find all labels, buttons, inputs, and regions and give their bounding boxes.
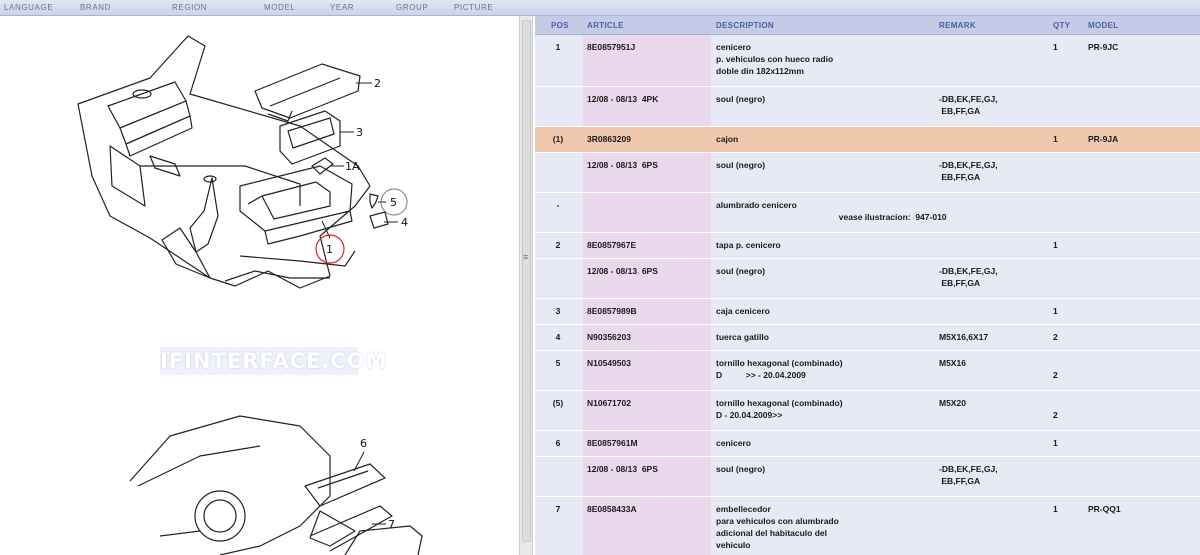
callout-5: 5	[390, 196, 397, 209]
cell-article: N90356203	[587, 332, 631, 342]
nav-region[interactable]: REGION	[172, 3, 207, 12]
header-article[interactable]: ARTICLE	[587, 21, 624, 30]
parts-table: POS ARTICLE DESCRIPTION REMARK QTY MODEL…	[535, 16, 1200, 555]
article-column-bg	[583, 193, 711, 232]
header-pos[interactable]: POS	[551, 21, 569, 30]
cell-remark: -DB,EK,FE,GJ, EB,FF,GA	[939, 94, 998, 116]
cell-description: alumbrado cenicero vease ilustracion: 94…	[716, 200, 947, 222]
cell-qty: 1	[1053, 240, 1058, 250]
table-row[interactable]: 5 N10549503 tornillo hexagonal (combinado)…	[535, 351, 1200, 391]
header-model[interactable]: MODEL	[1088, 21, 1118, 30]
table-row[interactable]: 12/08 - 08/13 4PK soul (negro) -DB,EK,FE,G…	[535, 87, 1200, 127]
header-remark[interactable]: REMARK	[939, 21, 976, 30]
cell-description: cajon	[716, 134, 739, 144]
nav-model[interactable]: MODEL	[264, 3, 295, 12]
table-row[interactable]: 6 8E0857961M cenicero 1	[535, 431, 1200, 457]
callout-2: 2	[374, 77, 381, 90]
cell-article: 12/08 - 08/13 6PS	[587, 160, 658, 170]
table-row[interactable]: 3 8E0857989B caja cenicero 1	[535, 299, 1200, 325]
cell-description: caja cenicero	[716, 306, 770, 316]
cell-pos: 7	[555, 504, 561, 514]
cell-article: 12/08 - 08/13 4PK	[587, 94, 659, 104]
cell-pos: -	[556, 200, 560, 210]
grip-icon[interactable]: ≡	[523, 252, 528, 262]
cell-remark: -DB,EK,FE,GJ, EB,FF,GA	[939, 464, 998, 486]
callout-6: 6	[360, 437, 367, 450]
callout-1: 1	[326, 243, 333, 256]
cell-pos: 5	[555, 358, 561, 368]
panel-splitter[interactable]: ≡	[519, 16, 533, 555]
cell-article: N10671702	[587, 398, 631, 408]
cell-qty: 1	[1053, 42, 1058, 52]
nav-picture[interactable]: PICTURE	[454, 3, 493, 12]
cell-pos: 3	[555, 306, 561, 316]
table-header: POS ARTICLE DESCRIPTION REMARK QTY MODEL	[535, 16, 1200, 35]
cell-description: tapa p. cenicero	[716, 240, 781, 250]
cell-article: N10549503	[587, 358, 631, 368]
cell-qty: 2	[1053, 410, 1058, 420]
table-row[interactable]: (5) N10671702 tornillo hexagonal (combinad…	[535, 391, 1200, 431]
table-row[interactable]: 1 8E0857951J cenicero p. vehiculos con hue…	[535, 35, 1200, 87]
callout-4: 4	[401, 216, 408, 229]
cell-article: 8E0857989B	[587, 306, 637, 316]
cell-qty: 2	[1053, 370, 1058, 380]
table-row[interactable]: 2 8E0857967E tapa p. cenicero 1	[535, 233, 1200, 259]
cell-qty: 1	[1053, 134, 1058, 144]
cell-article: 8E0858433A	[587, 504, 637, 514]
table-row[interactable]: - alumbrado cenicero vease ilustracion: 9…	[535, 193, 1200, 233]
callout-3: 3	[356, 126, 363, 139]
cell-pos: 4	[555, 332, 561, 342]
cell-remark: M5X16,6X17	[939, 332, 989, 342]
cell-remark: -DB,EK,FE,GJ, EB,FF,GA	[939, 160, 998, 182]
parts-diagram: 2 3 1A 5 4 1 6 7 8	[77, 35, 423, 555]
cell-description: cenicero	[716, 438, 751, 448]
top-navigation-bar: LANGUAGE BRAND REGION MODEL YEAR GROUP P…	[0, 0, 1200, 16]
cell-pos: 6	[555, 438, 561, 448]
cell-article: 8E0857961M	[587, 438, 638, 448]
callout-7: 7	[388, 518, 395, 531]
cell-model: PR-9JC	[1088, 42, 1119, 52]
table-row[interactable]: (1) 3R0863209 cajon 1 PR-9JA	[535, 127, 1200, 153]
parts-diagram-panel: 2 3 1A 5 4 1 6 7 8 IFINTERFACE.COM	[0, 16, 519, 555]
callout-1a: 1A	[345, 160, 360, 173]
cell-pos: 2	[555, 240, 561, 250]
cell-model: PR-QQ1	[1088, 504, 1121, 514]
cell-pos: 1	[555, 42, 561, 52]
cell-qty: 2	[1053, 332, 1058, 342]
cell-remark: -DB,EK,FE,GJ, EB,FF,GA	[939, 266, 998, 288]
cell-qty: 1	[1053, 504, 1058, 514]
cell-description: embellecedor para vehiculos con alumbrad…	[716, 504, 839, 550]
cell-article: 8E0857967E	[587, 240, 637, 250]
cell-pos: (5)	[552, 398, 564, 408]
cell-article: 3R0863209	[587, 134, 631, 144]
nav-year[interactable]: YEAR	[330, 3, 354, 12]
watermark-logo: IFINTERFACE.COM	[160, 347, 388, 375]
cell-description: cenicero p. vehiculos con hueco radio do…	[716, 42, 834, 76]
cell-remark: M5X20	[939, 398, 966, 408]
nav-brand[interactable]: BRAND	[80, 3, 111, 12]
table-row[interactable]: 12/08 - 08/13 6PS soul (negro) -DB,EK,FE,G…	[535, 153, 1200, 193]
nav-language[interactable]: LANGUAGE	[4, 3, 53, 12]
header-qty[interactable]: QTY	[1053, 21, 1070, 30]
header-description[interactable]: DESCRIPTION	[716, 21, 774, 30]
cell-qty: 1	[1053, 438, 1058, 448]
table-row[interactable]: 12/08 - 08/13 6PS soul (negro) -DB,EK,FE,G…	[535, 457, 1200, 497]
table-row[interactable]: 4 N90356203 tuerca gatillo M5X16,6X17 2	[535, 325, 1200, 351]
table-row[interactable]: 12/08 - 08/13 6PS soul (negro) -DB,EK,FE,G…	[535, 259, 1200, 299]
cell-pos: (1)	[552, 134, 564, 144]
cell-article: 12/08 - 08/13 6PS	[587, 266, 658, 276]
table-row[interactable]: 7 8E0858433A embellecedor para vehiculos c…	[535, 497, 1200, 555]
cell-qty: 1	[1053, 306, 1058, 316]
cell-article: 8E0857951J	[587, 42, 636, 52]
nav-group[interactable]: GROUP	[396, 3, 428, 12]
cell-remark: M5X16	[939, 358, 966, 368]
scrollbar-thumb[interactable]	[522, 20, 531, 542]
cell-model: PR-9JA	[1088, 134, 1119, 144]
cell-article: 12/08 - 08/13 6PS	[587, 464, 658, 474]
